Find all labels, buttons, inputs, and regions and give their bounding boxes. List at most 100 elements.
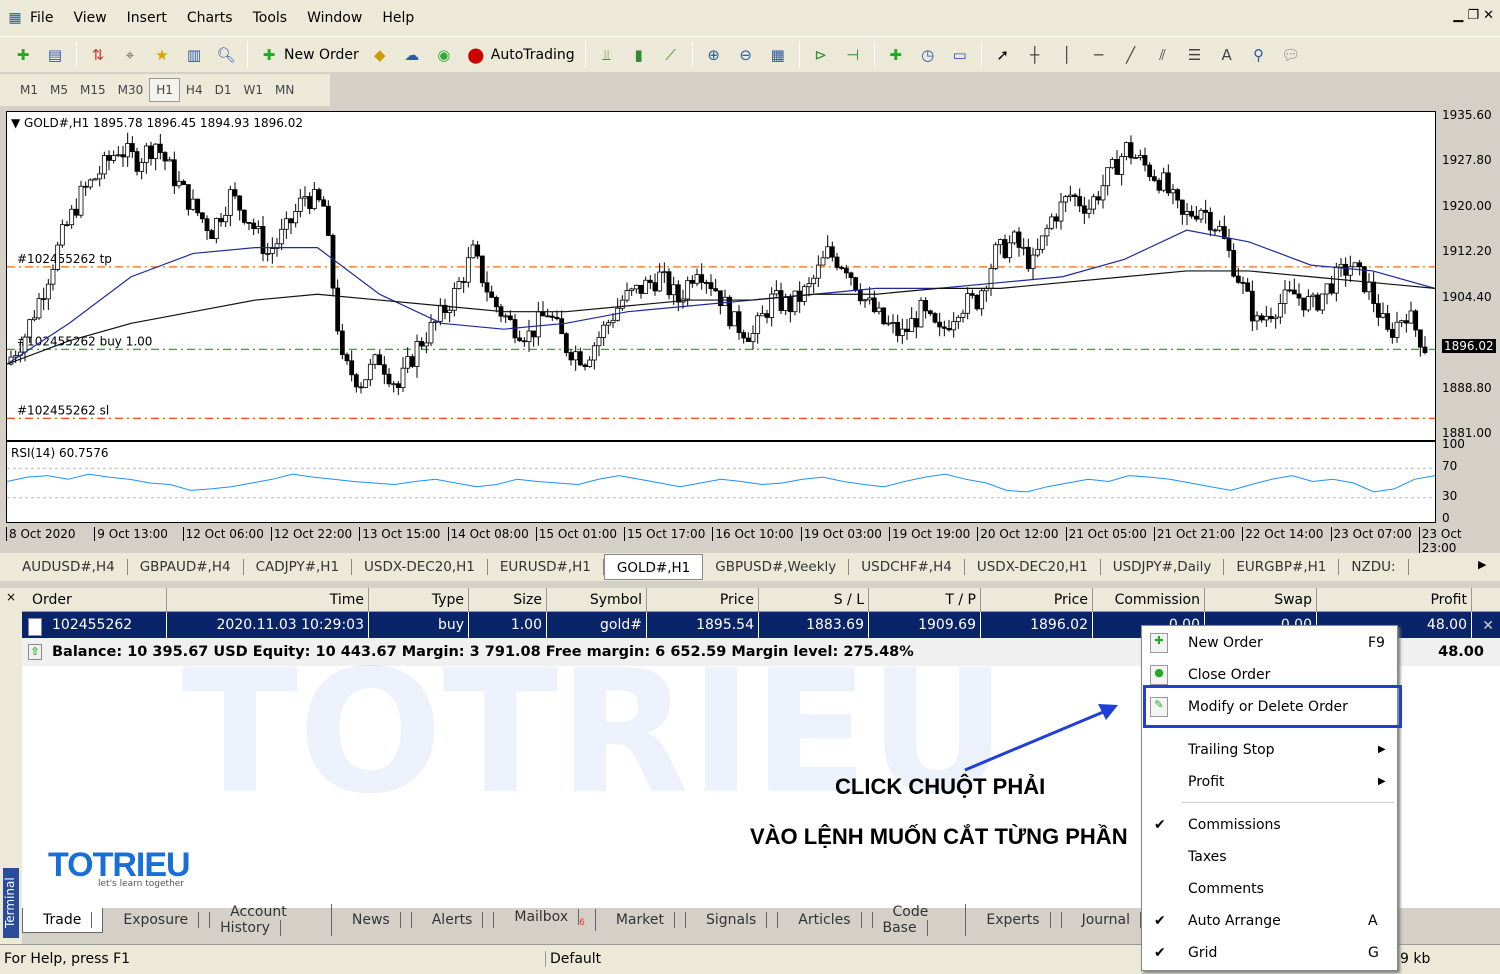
market-watch-icon[interactable]: ⇅ <box>87 44 109 66</box>
menu-item-auto-arrange[interactable]: Auto Arrange <box>1188 913 1281 929</box>
new-chart-icon[interactable]: ✚ <box>12 44 34 66</box>
chart-tab[interactable]: GBPAUD#,H4 <box>128 559 244 575</box>
chart-tab[interactable]: USDX-DEC20,H1 <box>352 559 488 575</box>
close-terminal-icon[interactable]: × <box>6 590 16 604</box>
column-header[interactable]: S / L <box>759 588 869 611</box>
menu-tools[interactable]: Tools <box>253 10 288 26</box>
candlestick-icon[interactable]: ▮ <box>628 44 650 66</box>
timeframe-mn[interactable]: MN <box>269 79 300 101</box>
data-window-icon[interactable]: ⌖ <box>119 44 141 66</box>
new-order-button[interactable]: New Order <box>284 47 359 63</box>
timeframe-m30[interactable]: M30 <box>112 79 150 101</box>
chat-icon[interactable]: 💬︎ <box>1280 44 1302 66</box>
equidistant-channel-icon[interactable]: ⫽ <box>1152 44 1174 66</box>
terminal-tab-trade[interactable]: Trade <box>22 907 104 933</box>
text-icon[interactable]: A <box>1216 44 1238 66</box>
periods-icon[interactable]: ◷ <box>917 44 939 66</box>
terminal-tab-news[interactable]: News <box>332 912 412 928</box>
terminal-tab-experts[interactable]: Experts <box>966 912 1062 928</box>
column-header[interactable]: Symbol <box>547 588 647 611</box>
menu-item-profit[interactable]: Profit <box>1188 774 1225 790</box>
terminal-tab-exposure[interactable]: Exposure <box>103 912 211 928</box>
zoom-out-icon[interactable]: ⊖ <box>735 44 757 66</box>
chart-tab[interactable]: EURUSD#,H1 <box>488 559 604 575</box>
terminal-tab-code-base[interactable]: Code Base <box>873 904 967 936</box>
terminal-tab-articles[interactable]: Articles <box>778 912 873 928</box>
menu-charts[interactable]: Charts <box>187 10 233 26</box>
terminal-tab-journal[interactable]: Journal <box>1062 912 1152 928</box>
rsi-panel[interactable]: RSI(14) 60.7576 <box>6 441 1436 523</box>
chart-tab[interactable]: USDJPY#,Daily <box>1101 559 1225 575</box>
timeframe-m1[interactable]: M1 <box>14 79 44 101</box>
line-chart-icon[interactable]: ⟋ <box>660 44 682 66</box>
timeframe-h1[interactable]: H1 <box>149 78 180 102</box>
column-header[interactable]: Time <box>167 588 369 611</box>
timeframe-m5[interactable]: M5 <box>44 79 74 101</box>
zoom-in-icon[interactable]: ⊕ <box>703 44 725 66</box>
autotrading-icon[interactable]: ⬤ <box>465 44 487 66</box>
chart-tab[interactable]: GBPUSD#,Weekly <box>703 559 850 575</box>
menu-item-comments[interactable]: Comments <box>1188 881 1264 897</box>
chart-tab[interactable]: USDCHF#,H4 <box>849 559 965 575</box>
menu-item-trailing-stop[interactable]: Trailing Stop <box>1188 742 1275 758</box>
menu-item-grid[interactable]: Grid <box>1188 945 1217 961</box>
column-header[interactable]: Commission <box>1093 588 1205 611</box>
new-order-icon[interactable]: ✚ <box>258 44 280 66</box>
indicators-icon[interactable]: ✚ <box>885 44 907 66</box>
column-header[interactable]: Price <box>647 588 759 611</box>
vps-icon[interactable]: ☁ <box>401 44 423 66</box>
cursor-icon[interactable]: ➚ <box>992 44 1014 66</box>
column-header[interactable]: T / P <box>869 588 981 611</box>
column-header[interactable]: Swap <box>1205 588 1317 611</box>
tile-windows-icon[interactable]: ▦ <box>767 44 789 66</box>
profiles-icon[interactable]: ▤ <box>44 44 66 66</box>
column-header[interactable]: Type <box>369 588 469 611</box>
menu-item-taxes[interactable]: Taxes <box>1188 849 1227 865</box>
autotrading-button[interactable]: AutoTrading <box>491 47 575 63</box>
chart-tab[interactable]: GOLD#,H1 <box>603 554 704 580</box>
window-controls[interactable]: ▁ ❐ ✕ <box>1453 8 1494 23</box>
chart-shift-icon[interactable]: ⊣ <box>842 44 864 66</box>
terminal-tab-alerts[interactable]: Alerts <box>412 912 495 928</box>
column-header[interactable]: Order <box>22 588 167 611</box>
menu-item-commissions[interactable]: Commissions <box>1188 817 1281 833</box>
column-header[interactable]: Profit <box>1317 588 1472 611</box>
menu-file[interactable]: File <box>30 10 53 26</box>
chart-tab[interactable]: USDX-DEC20,H1 <box>965 559 1101 575</box>
terminal-icon[interactable]: ▥ <box>183 44 205 66</box>
bar-chart-icon[interactable]: ⫫ <box>596 44 618 66</box>
crosshair-icon[interactable]: ┼ <box>1024 44 1046 66</box>
vertical-line-icon[interactable]: │ <box>1056 44 1078 66</box>
signals-icon[interactable]: ◉ <box>433 44 455 66</box>
menu-view[interactable]: View <box>73 10 106 26</box>
fibonacci-icon[interactable]: ☰ <box>1184 44 1206 66</box>
strategy-tester-icon[interactable]: 🔍︎ <box>215 44 237 66</box>
column-header[interactable]: Size <box>469 588 547 611</box>
menu-item-close-order[interactable]: Close Order <box>1188 667 1270 683</box>
terminal-tab-mailbox[interactable]: Mailbox 6 <box>494 909 596 931</box>
search-icon[interactable]: ⚲ <box>1248 44 1270 66</box>
tabs-scroll-right-icon[interactable]: ▶ <box>1478 558 1486 571</box>
chart-tab[interactable]: AUDUSD#,H4 <box>10 559 128 575</box>
close-order-icon[interactable]: ✕ <box>1482 618 1494 634</box>
timeframe-h4[interactable]: H4 <box>180 79 209 101</box>
horizontal-line-icon[interactable]: ─ <box>1088 44 1110 66</box>
autoscroll-icon[interactable]: ⊳ <box>810 44 832 66</box>
menu-insert[interactable]: Insert <box>127 10 167 26</box>
chart-tab[interactable]: NZDU: <box>1339 559 1409 575</box>
price-chart[interactable]: #102455262 tp #102455262 buy 1.00 #1024552… <box>6 111 1436 441</box>
terminal-tab-account-history[interactable]: Account History <box>210 904 332 936</box>
timeframe-m15[interactable]: M15 <box>74 79 112 101</box>
navigator-icon[interactable]: ★ <box>151 44 173 66</box>
column-header[interactable]: Price <box>981 588 1093 611</box>
terminal-tab-market[interactable]: Market <box>596 912 686 928</box>
menu-item-new-order[interactable]: New Order <box>1188 635 1263 651</box>
candlestick-chart[interactable]: #102455262 tp#102455262 buy 1.00#1024552… <box>7 112 1435 440</box>
chart-tab[interactable]: EURGBP#,H1 <box>1224 559 1340 575</box>
chart-tab[interactable]: CADJPY#,H1 <box>244 559 353 575</box>
timeframe-d1[interactable]: D1 <box>209 79 238 101</box>
timeframe-w1[interactable]: W1 <box>237 79 269 101</box>
metaeditor-icon[interactable]: ◆ <box>369 44 391 66</box>
menu-help[interactable]: Help <box>382 10 414 26</box>
terminal-tab-signals[interactable]: Signals <box>686 912 779 928</box>
